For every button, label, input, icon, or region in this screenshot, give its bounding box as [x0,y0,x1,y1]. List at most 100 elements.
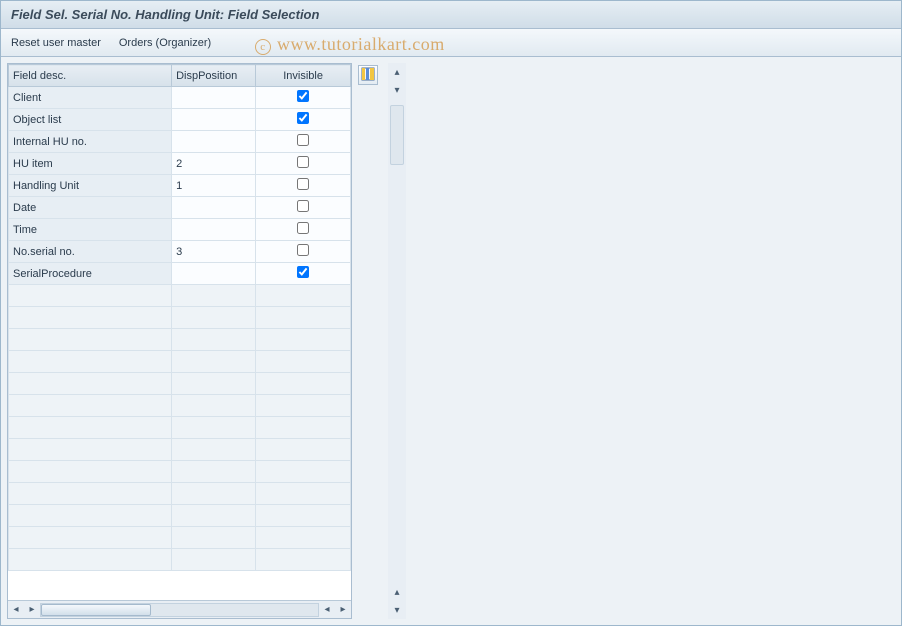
horizontal-scrollbar[interactable]: ◂ ▸ ◂ ▸ [8,600,351,618]
empty-cell [172,285,256,307]
cell-field-desc: Internal HU no. [9,131,172,153]
empty-cell [9,439,172,461]
empty-cell [9,461,172,483]
reset-user-master-button[interactable]: Reset user master [11,37,101,49]
cell-field-desc: HU item [9,153,172,175]
empty-cell [9,307,172,329]
empty-cell [9,527,172,549]
col-header-invisible[interactable]: Invisible [256,65,351,87]
cell-disp-position[interactable]: 2 [172,153,256,175]
empty-cell [9,549,172,571]
col-header-field-desc[interactable]: Field desc. [9,65,172,87]
cell-invisible [256,87,351,109]
scroll-left-start-icon[interactable]: ◂ [8,602,24,618]
cell-field-desc: Time [9,219,172,241]
empty-cell [256,395,351,417]
invisible-checkbox[interactable] [297,90,309,102]
table-row[interactable]: Time [9,219,351,241]
empty-cell [256,329,351,351]
empty-cell [172,329,256,351]
table-row[interactable]: Object list [9,109,351,131]
invisible-checkbox[interactable] [297,112,309,124]
cell-field-desc: Date [9,197,172,219]
invisible-checkbox[interactable] [297,200,309,212]
table-row-empty [9,527,351,549]
table-row-empty [9,373,351,395]
table-row-empty [9,285,351,307]
col-header-disp-position[interactable]: DispPosition [172,65,256,87]
table-row[interactable]: SerialProcedure [9,263,351,285]
page-title: Field Sel. Serial No. Handling Unit: Fie… [1,1,901,29]
table-row[interactable]: Handling Unit1 [9,175,351,197]
cell-invisible [256,109,351,131]
scroll-down-icon[interactable]: ▾ [389,602,405,618]
table-row-empty [9,307,351,329]
table-row-empty [9,505,351,527]
vertical-scrollbar[interactable]: ▴ ▾ ▴ ▾ [388,63,406,619]
scroll-right-icon[interactable]: ◂ [319,602,335,618]
scroll-down-step-icon[interactable]: ▾ [389,82,405,98]
table-row-empty [9,483,351,505]
table-row[interactable]: HU item2 [9,153,351,175]
cell-invisible [256,131,351,153]
invisible-checkbox[interactable] [297,244,309,256]
cell-disp-position[interactable]: 1 [172,175,256,197]
hscroll-track[interactable] [40,603,319,617]
empty-cell [9,505,172,527]
empty-cell [9,351,172,373]
table-row-empty [9,417,351,439]
table-row-empty [9,329,351,351]
cell-disp-position[interactable] [172,131,256,153]
invisible-checkbox[interactable] [297,156,309,168]
scroll-up-step-icon[interactable]: ▴ [389,584,405,600]
table-row-empty [9,351,351,373]
cell-disp-position[interactable] [172,263,256,285]
scroll-left-icon[interactable]: ▸ [24,602,40,618]
invisible-checkbox[interactable] [297,266,309,278]
empty-cell [256,527,351,549]
orders-organizer-button[interactable]: Orders (Organizer) [119,37,211,49]
empty-cell [256,483,351,505]
empty-cell [256,461,351,483]
empty-cell [9,395,172,417]
cell-field-desc: Handling Unit [9,175,172,197]
cell-field-desc: Client [9,87,172,109]
table-row[interactable]: Client [9,87,351,109]
empty-cell [172,373,256,395]
scroll-right-end-icon[interactable]: ▸ [335,602,351,618]
toolbar: Reset user master Orders (Organizer) [1,29,901,57]
cell-invisible [256,219,351,241]
empty-cell [9,417,172,439]
empty-cell [172,549,256,571]
table-settings-button[interactable] [358,65,378,85]
empty-cell [172,527,256,549]
table-row[interactable]: Date [9,197,351,219]
invisible-checkbox[interactable] [297,178,309,190]
table-row[interactable]: No.serial no.3 [9,241,351,263]
table-row[interactable]: Internal HU no. [9,131,351,153]
table-row-empty [9,549,351,571]
invisible-checkbox[interactable] [297,134,309,146]
cell-disp-position[interactable] [172,219,256,241]
cell-field-desc: Object list [9,109,172,131]
empty-cell [256,549,351,571]
cell-disp-position[interactable] [172,109,256,131]
table-side-toolbar [358,65,382,85]
cell-field-desc: SerialProcedure [9,263,172,285]
invisible-checkbox[interactable] [297,222,309,234]
table-header-row: Field desc. DispPosition Invisible [9,65,351,87]
cell-disp-position[interactable] [172,197,256,219]
empty-cell [172,417,256,439]
scroll-up-icon[interactable]: ▴ [389,64,405,80]
cell-disp-position[interactable]: 3 [172,241,256,263]
hscroll-thumb[interactable] [41,604,151,616]
empty-cell [172,483,256,505]
empty-cell [172,461,256,483]
cell-invisible [256,241,351,263]
table-row-empty [9,439,351,461]
empty-cell [172,351,256,373]
empty-cell [256,307,351,329]
vscroll-track[interactable] [390,105,404,165]
cell-disp-position[interactable] [172,87,256,109]
empty-cell [256,417,351,439]
